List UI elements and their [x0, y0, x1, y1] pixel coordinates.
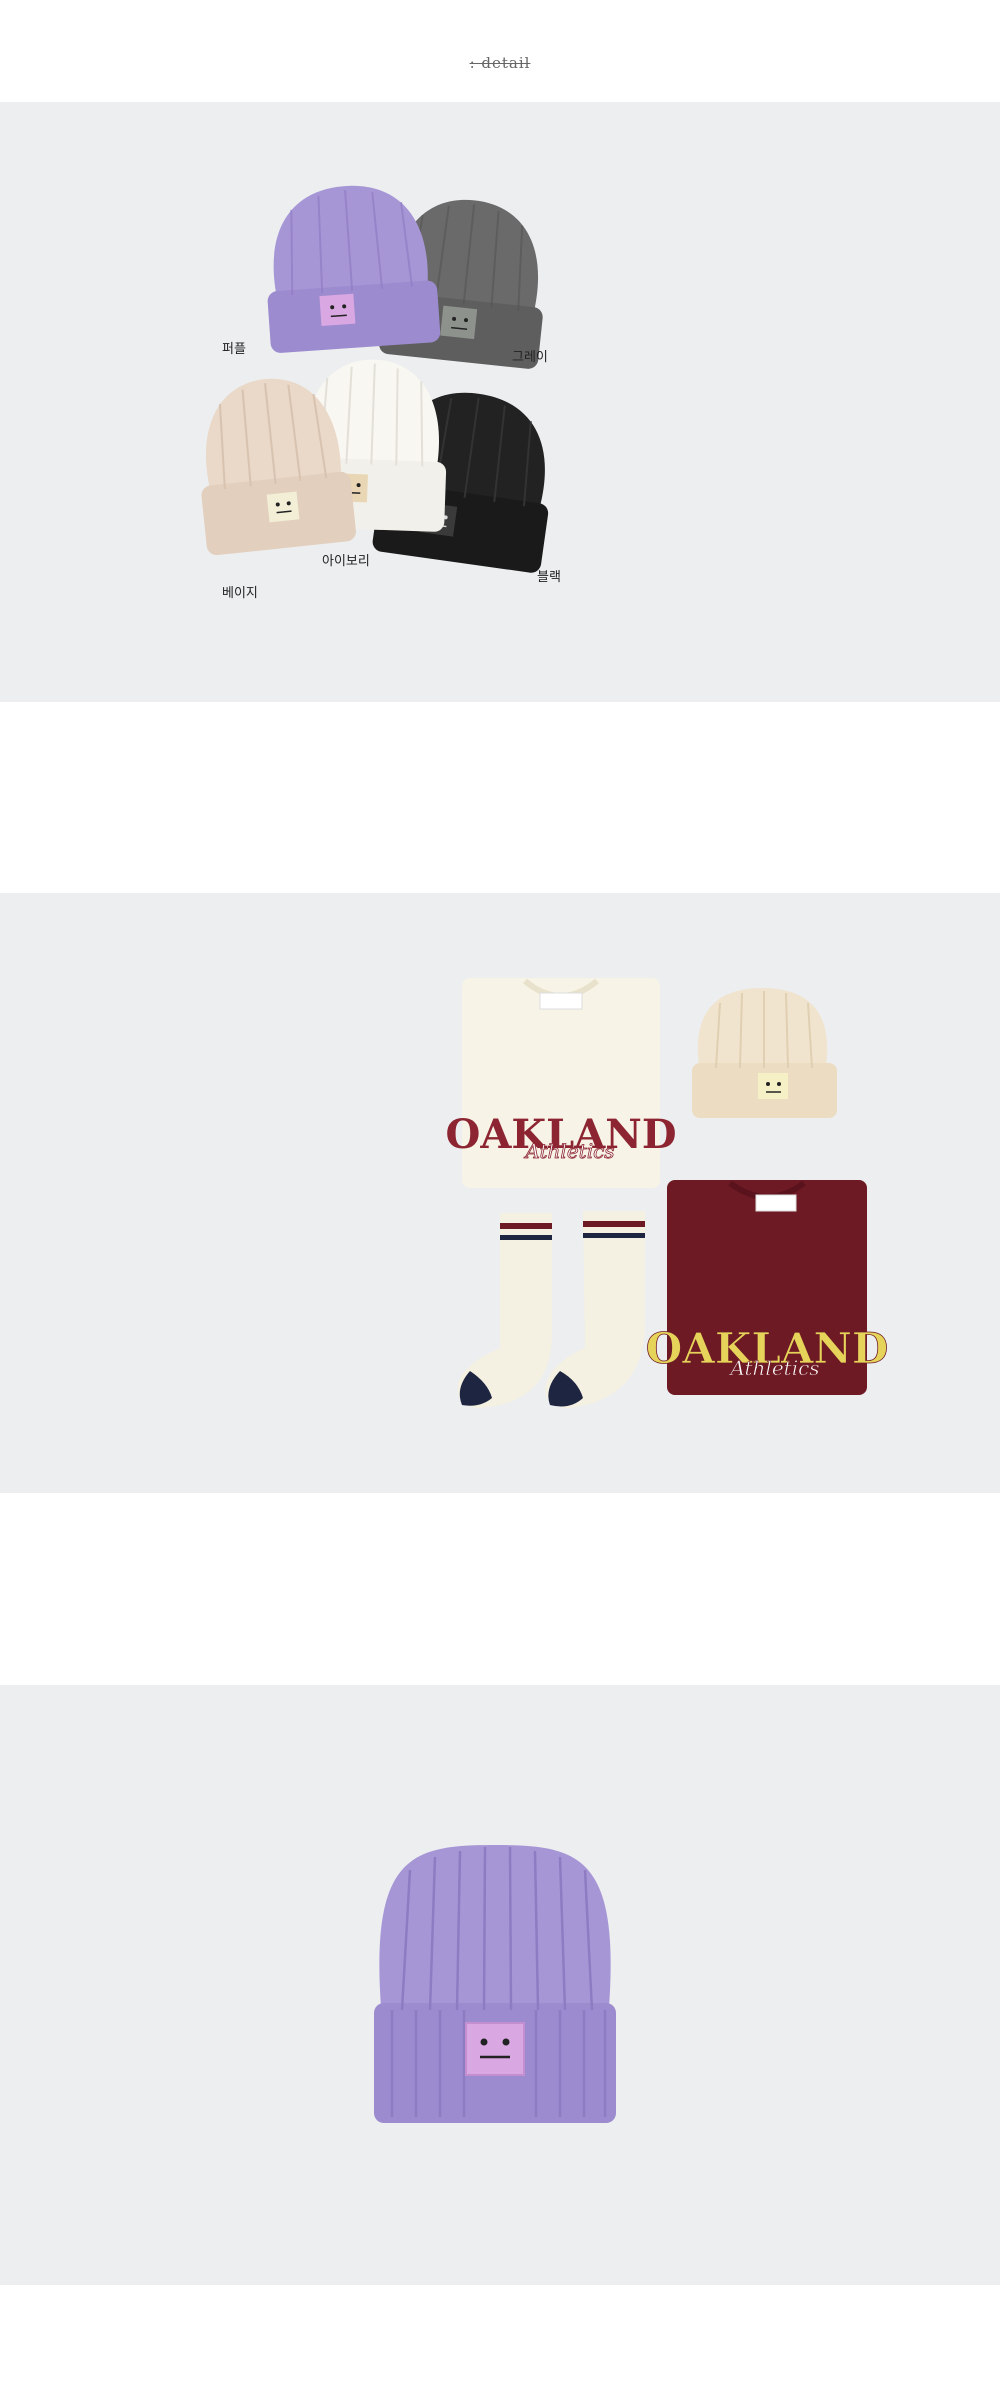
detail-title: : detail [469, 54, 531, 72]
purple-beanie [267, 185, 441, 353]
sweatshirt-script-burgundy: Athletics [728, 1356, 819, 1380]
label-purple: 퍼플 [222, 342, 246, 357]
purple-beanie-image [374, 1845, 616, 2123]
label-grey: 그레이 [512, 350, 548, 365]
sweatshirt-script-cream: Athletics [523, 1139, 614, 1163]
styling-flatlay-image: OAKLAND Athletics OAKLAND Athletics [445, 978, 889, 1408]
purple-beanie-detail-panel [0, 1685, 1000, 2285]
label-black: 블랙 [537, 570, 561, 585]
burgundy-sweatshirt: OAKLAND Athletics [645, 1180, 889, 1395]
purple-beanie-large [374, 1845, 616, 2123]
beige-beanie-styled [692, 988, 837, 1118]
detail-header: : detail [0, 0, 1000, 102]
label-beige: 베이지 [222, 586, 258, 601]
striped-socks [457, 1211, 645, 1408]
beanie-colors-image [201, 185, 549, 573]
label-ivory: 아이보리 [322, 554, 370, 569]
cream-sweatshirt: OAKLAND Athletics [445, 978, 677, 1188]
color-options-panel: 퍼플 그레이 아이보리 베이지 블랙 [0, 102, 1000, 702]
styling-flatlay-panel: OAKLAND Athletics OAKLAND Athletics [0, 893, 1000, 1493]
